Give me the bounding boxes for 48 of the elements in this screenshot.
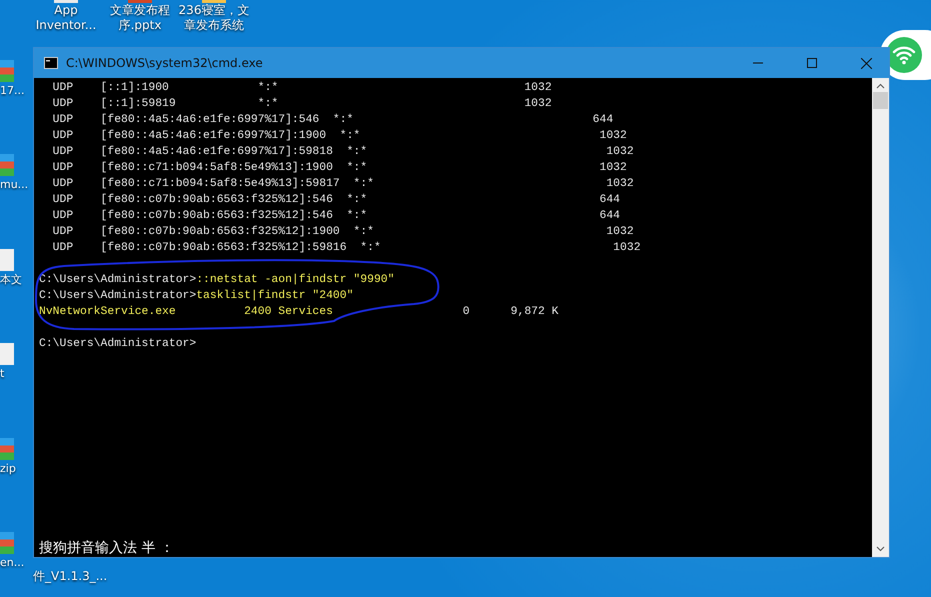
minimize-icon [753, 62, 763, 64]
close-icon [860, 58, 872, 68]
maximize-icon [807, 58, 817, 68]
console-text: UDP [fe80::4a5:4a6:e1fe:6997%17]:59818 *:* 1032 [52, 146, 634, 158]
desktop-icon-image[interactable] [202, 0, 226, 3]
archive-icon[interactable] [0, 532, 14, 554]
desktop-icon-label[interactable]: App Inventor... [30, 3, 102, 33]
scroll-up-icon[interactable] [876, 83, 885, 89]
console-text: UDP [fe80::c07b:90ab:6563:f325%12]:546 *:* 644 [52, 194, 620, 206]
archive-icon[interactable] [0, 60, 14, 82]
desktop-icon-label[interactable]: mu... [0, 178, 28, 192]
console-text: UDP [fe80::c71:b094:5af8:5e49%13]:1900 *:* 1032 [52, 162, 627, 174]
desktop-icon-label[interactable]: zip [0, 462, 16, 476]
console-text: UDP [fe80::c07b:90ab:6563:f325%12]:546 *:* 644 [52, 210, 620, 222]
archive-icon[interactable] [0, 438, 14, 460]
console-text: UDP [fe80::c07b:90ab:6563:f325%12]:59816 *:* 1032 [52, 242, 641, 254]
window-title: C:\WINDOWS\system32\cmd.exe [66, 56, 264, 70]
desktop-icon-label[interactable]: t [0, 367, 4, 382]
console-text: ::netstat -aon|findstr "9990" [196, 274, 394, 286]
ime-status: 搜狗拼音输入法 半 ： [39, 540, 174, 557]
archive-icon[interactable] [0, 154, 14, 176]
console-icon [44, 57, 58, 69]
scrollbar-thumb[interactable] [873, 92, 888, 109]
wifi-icon [886, 37, 922, 73]
console-text: UDP [fe80::4a5:4a6:e1fe:6997%17]:1900 *:* 1032 [52, 130, 627, 142]
console-text: UDP [::1]:1900 *:* 1032 [52, 82, 552, 94]
scrollbar[interactable] [872, 78, 889, 557]
scroll-down-icon[interactable] [876, 546, 885, 552]
desktop-icon-image[interactable] [128, 0, 152, 3]
console-text: UDP [::1]:59819 *:* 1032 [52, 98, 552, 110]
document-icon[interactable] [0, 343, 14, 366]
desktop-icon-image[interactable] [54, 0, 78, 3]
document-icon[interactable] [0, 248, 14, 271]
desktop-icon-label[interactable]: 17... [0, 84, 24, 98]
console-text: UDP [fe80::4a5:4a6:e1fe:6997%17]:546 *:* 644 [52, 114, 614, 126]
desktop-icon-label[interactable]: 236寝室，文章发布系统 [178, 3, 250, 33]
desktop-icon-label[interactable]: 件_V1.1.3_... [33, 568, 108, 585]
console-text: 0 9,872 K [462, 306, 559, 318]
desktop-icon-label[interactable]: 本文 [0, 272, 22, 287]
console-text: UDP [fe80::c07b:90ab:6563:f325%12]:1900 *:* 1032 [52, 226, 634, 238]
desktop-icon-label[interactable]: en... [0, 556, 24, 570]
desktop-icon-label[interactable]: 文章发布程序.pptx [104, 3, 176, 33]
console-text: C:\Users\Administrator> [39, 290, 196, 302]
console-text: C:\Users\Administrator> [39, 274, 196, 286]
console-text: tasklist|findstr "2400" [196, 290, 354, 302]
console-text: C:\Users\Administrator> [39, 338, 196, 350]
console-text: NvNetworkService.exe 2400 Services [39, 306, 333, 318]
console-text: UDP [fe80::c71:b094:5af8:5e49%13]:59817 *:* 1032 [52, 178, 634, 190]
